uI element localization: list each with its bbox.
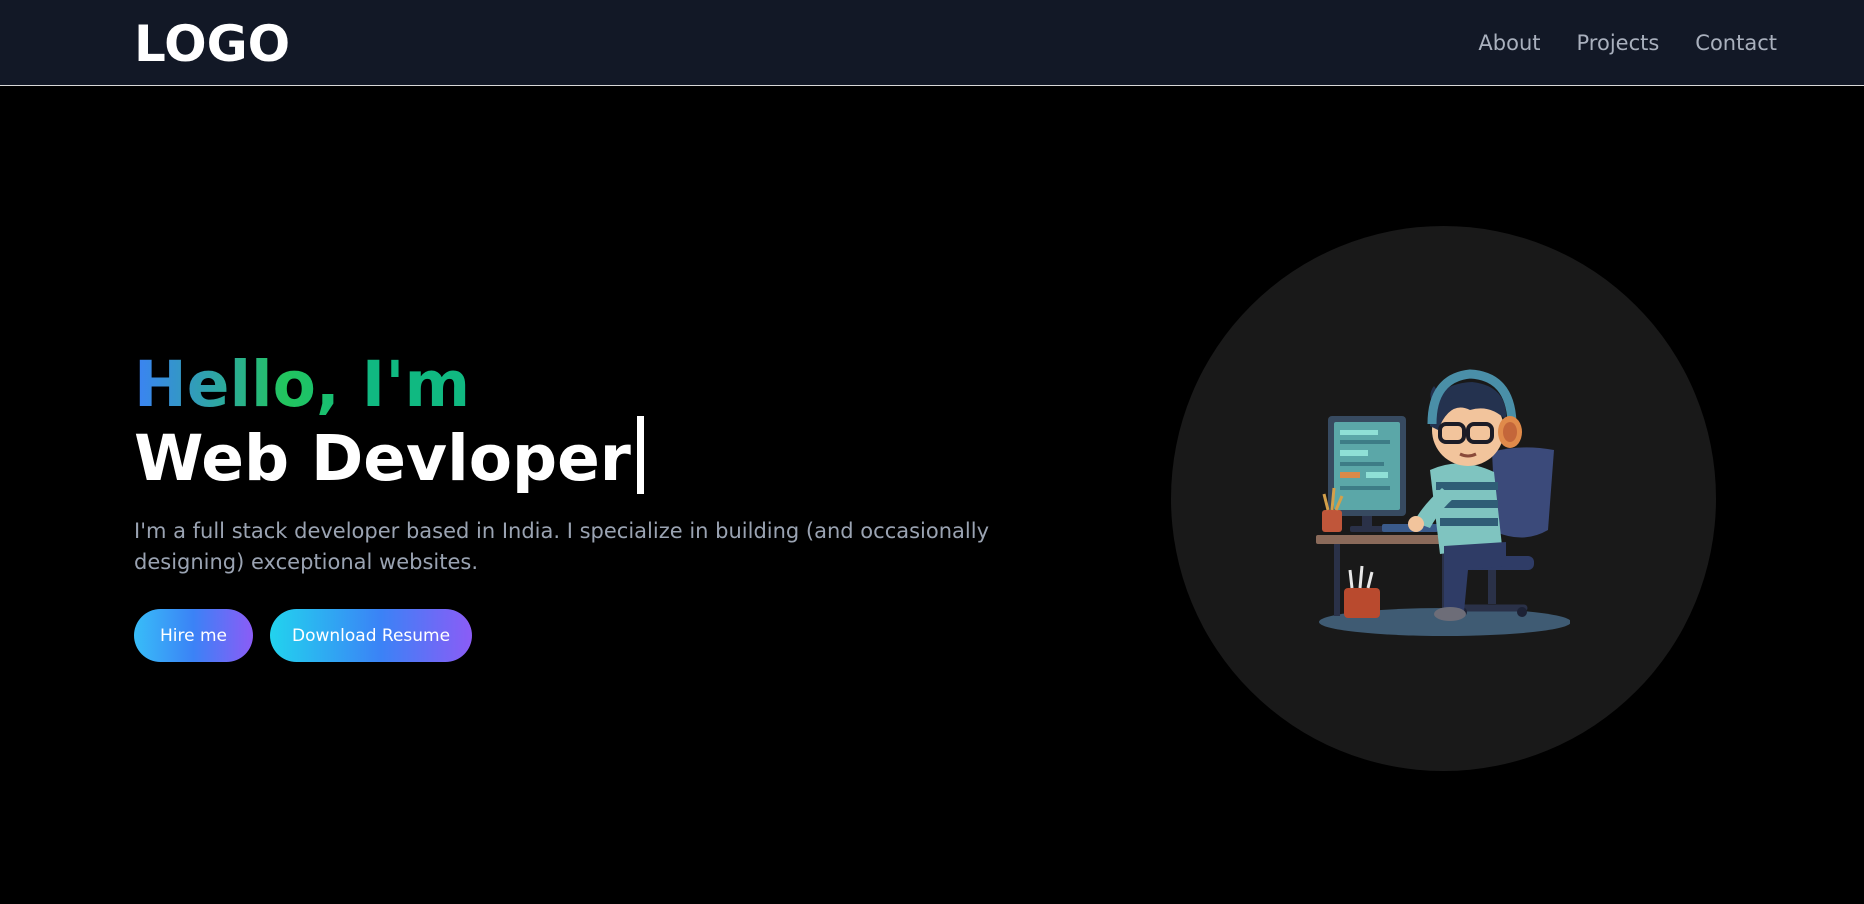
hero-greeting: Hello, I'm bbox=[134, 348, 471, 421]
nav-links: About Projects Contact bbox=[1478, 29, 1777, 57]
hero-role-line: Web Devloper bbox=[134, 416, 1114, 494]
nav-link-contact[interactable]: Contact bbox=[1695, 29, 1777, 57]
navbar: LOGO About Projects Contact bbox=[0, 0, 1864, 86]
hire-me-button[interactable]: Hire me bbox=[134, 609, 254, 662]
nav-link-about[interactable]: About bbox=[1478, 29, 1540, 57]
developer-avatar-icon bbox=[1316, 369, 1570, 636]
nav-link-projects[interactable]: Projects bbox=[1577, 29, 1660, 57]
hero-section: Hello, I'm Web Devloper I'm a full stack… bbox=[134, 350, 1114, 662]
hero-actions: Hire me Download Resume bbox=[134, 609, 1114, 662]
hero-bio: I'm a full stack developer based in Indi… bbox=[134, 519, 990, 574]
download-resume-button[interactable]: Download Resume bbox=[270, 609, 473, 662]
hero-role: Web Devloper bbox=[134, 422, 631, 495]
logo[interactable]: LOGO bbox=[134, 14, 290, 74]
typing-cursor bbox=[636, 416, 644, 494]
